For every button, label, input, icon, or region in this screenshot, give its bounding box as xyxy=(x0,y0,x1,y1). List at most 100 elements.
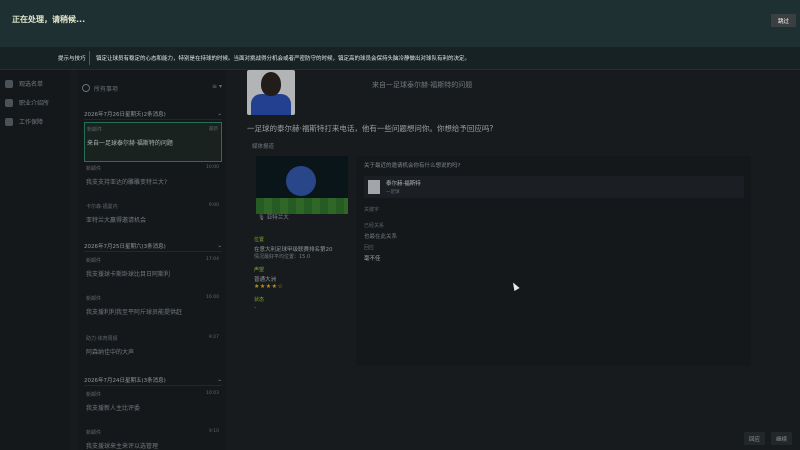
left-sidebar: 观选名单 职业介绍所 工作保障 xyxy=(0,70,70,450)
filter-button[interactable]: ≡ ▾ xyxy=(212,83,222,90)
reply-row-label: 回应 xyxy=(364,245,375,251)
reply-prompt: 关于最近的邀请机会你有什么想说的吗? xyxy=(364,163,461,169)
message-sender: 新邮件 xyxy=(86,258,102,264)
sidebar-item-job-security[interactable]: 工作保障 xyxy=(0,112,70,131)
reply-row-label: 关键字 xyxy=(364,207,380,213)
media-label: 媒体报道 xyxy=(252,144,275,150)
avatar xyxy=(247,70,295,115)
journalist-photo xyxy=(368,180,380,194)
reputation-stars: ★★★★☆ xyxy=(254,283,284,290)
app-root: 观选名单 职业介绍所 工作保障 所有事项 ≡ ▾ 2026年7月26日星期天(2… xyxy=(0,0,800,450)
tip-text: 镇定让球员有稳定的心态和能力，特别是在持球的时候。当面对挑战得分机会或者严密防守… xyxy=(96,56,471,62)
list-item[interactable]: 卡尔森·福曼内 亚特兰大赢得邀请机会 9:00 xyxy=(84,200,222,240)
message-time: 16:00 xyxy=(206,295,219,300)
message-question: 一足球的泰尔赫·福斯特打来电话，他有一些问题想问你。你想给予回应吗? xyxy=(247,124,494,133)
club-name: 🎙 亚特兰大 xyxy=(258,213,289,221)
processing-title: 正在处理，请稍候... xyxy=(12,15,86,24)
list-item[interactable]: 新邮件 我支支持亚达的雕雕变特兰大? 10:00 xyxy=(84,162,222,202)
shield-icon xyxy=(5,117,13,126)
tip-bar: 提示与技巧 镇定让球员有稳定的心态和能力，特别是在持球的时候。当面对挑战得分机会… xyxy=(0,47,800,69)
message-sender: 新邮件 xyxy=(87,127,103,133)
rank-value: 在意大利足球甲级联赛排名第20 xyxy=(254,247,333,253)
message-sender: 助力·体育周报 xyxy=(86,336,118,342)
message-sender: 新邮件 xyxy=(86,392,102,398)
tip-label: 提示与技巧 xyxy=(58,56,86,62)
processing-banner: 正在处理，请稍候... 跳过 提示与技巧 镇定让球员有稳定的心态和能力，特别是在… xyxy=(0,0,800,70)
message-title: 亚特兰大赢得邀请机会 xyxy=(86,217,147,224)
chevron-down-icon: ⌄ xyxy=(217,110,222,117)
inbox-list: 所有事项 ≡ ▾ 2026年7月26日星期天(2条消息) ⌄ 新邮件 来自一足球… xyxy=(78,70,226,450)
message-time: 最新 xyxy=(209,127,218,132)
message-title: 我支援球卡斯卧球比目日阿斯利 xyxy=(86,271,171,278)
club-info-card: 位置 在意大利足球甲级联赛排名第20 情况最好平均位置：15.0 声望 普通大洲… xyxy=(254,230,350,311)
date-group-label: 2026年7月24日星期五(3条消息) xyxy=(84,377,166,384)
message-title: 我支援球来主来评以选管理 xyxy=(86,443,159,450)
reputation-label: 声望 xyxy=(254,267,265,273)
message-detail: 来自一足球泰尔赫·福斯特的问题 一足球的泰尔赫·福斯特打来电话，他有一些问题想问… xyxy=(232,70,800,450)
list-item[interactable]: 新邮件 我支援新人主比评委 10:03 xyxy=(84,388,222,428)
sidebar-item-label: 观选名单 xyxy=(19,81,44,88)
search-icon xyxy=(5,79,13,88)
microphone-icon: 🎙 xyxy=(258,215,267,221)
date-group-header[interactable]: 2026年7月24日星期五(3条消息) ⌄ xyxy=(84,374,222,386)
sidebar-item-label: 职业介绍所 xyxy=(19,100,50,107)
message-title: 来自一足球泰尔赫·福斯特的问题 xyxy=(87,140,173,147)
continue-button[interactable]: 继续 xyxy=(771,432,793,445)
message-title: 我支援利利我至平阿斤球员能提供赶 xyxy=(86,309,183,316)
message-time: 9:00 xyxy=(208,203,219,208)
tip-divider xyxy=(89,51,90,65)
journalist-outlet: 一足球 xyxy=(386,190,400,195)
message-title: 我支援新人主比评委 xyxy=(86,405,141,412)
journalist-option[interactable]: 泰尔赫·福斯特 一足球 xyxy=(364,176,744,198)
journalist-name: 泰尔赫·福斯特 xyxy=(386,181,421,187)
message-title: 阿森纳佳中的大声 xyxy=(86,349,135,356)
club-crest-glow xyxy=(286,166,316,196)
skip-button[interactable]: 跳过 xyxy=(771,14,796,27)
chevron-down-icon: ⌄ xyxy=(217,376,222,383)
avatar-head xyxy=(261,72,281,96)
list-item[interactable]: 新邮件 来自一足球泰尔赫·福斯特的问题 最新 xyxy=(84,122,222,162)
rank-sub: 情况最好平均位置：15.0 xyxy=(254,254,311,260)
date-group-header[interactable]: 2026年7月25日星期六(3条消息) ⌄ xyxy=(84,240,222,252)
reply-row[interactable]: 回应 毫不佳 xyxy=(364,244,381,262)
briefcase-icon xyxy=(5,98,13,107)
message-sender: 新邮件 xyxy=(86,296,102,302)
pitch-graphic xyxy=(256,198,348,214)
sidebar-item-agency[interactable]: 职业介绍所 xyxy=(0,93,70,112)
search-icon xyxy=(82,84,90,92)
date-group-label: 2026年7月25日星期六(3条消息) xyxy=(84,243,166,250)
date-group-label: 2026年7月26日星期天(2条消息) xyxy=(84,111,166,118)
status-value: - xyxy=(254,305,256,311)
search-placeholder: 所有事项 xyxy=(94,85,119,93)
message-time: 10:00 xyxy=(206,165,219,170)
list-item[interactable]: 新邮件 我支援利利我至平阿斤球员能提供赶 16:00 xyxy=(84,292,222,332)
message-sender: 新邮件 xyxy=(86,166,102,172)
sidebar-item-label: 工作保障 xyxy=(19,119,44,126)
media-image xyxy=(256,156,348,214)
reply-row[interactable]: 已经关系 也最在此关系 xyxy=(364,222,397,240)
reply-row-value: 也最在此关系 xyxy=(364,234,398,240)
chevron-down-icon: ⌄ xyxy=(217,242,222,249)
club-name-text: 亚特兰大 xyxy=(266,215,289,221)
respond-button[interactable]: 回应 xyxy=(744,432,766,445)
reply-row-label: 已经关系 xyxy=(364,223,385,229)
sidebar-item-shortlist[interactable]: 观选名单 xyxy=(0,74,70,93)
reply-panel: 关于最近的邀请机会你有什么想说的吗? 泰尔赫·福斯特 一足球 关键字 已经关系 … xyxy=(356,156,751,366)
list-item[interactable]: 新邮件 我支援球来主来评以选管理 9:10 xyxy=(84,426,222,450)
message-time: 9:27 xyxy=(208,335,219,340)
rank-label: 位置 xyxy=(254,237,265,243)
status-label: 状态 xyxy=(254,297,265,303)
reputation-value: 普通大洲 xyxy=(254,277,277,283)
date-group-header[interactable]: 2026年7月26日星期天(2条消息) ⌄ xyxy=(84,108,222,120)
message-time: 10:03 xyxy=(206,391,219,396)
list-item[interactable]: 助力·体育周报 阿森纳佳中的大声 9:27 xyxy=(84,332,222,372)
message-time: 9:10 xyxy=(208,429,219,434)
message-sender: 卡尔森·福曼内 xyxy=(86,204,118,210)
message-subject: 来自一足球泰尔赫·福斯特的问题 xyxy=(372,81,473,89)
message-title: 我支支持亚达的雕雕变特兰大? xyxy=(86,179,168,186)
list-item[interactable]: 新邮件 我支援球卡斯卧球比目日阿斯利 17:04 xyxy=(84,254,222,294)
search-input[interactable]: 所有事项 xyxy=(82,82,202,94)
reply-row[interactable]: 关键字 xyxy=(364,206,379,216)
message-sender: 新邮件 xyxy=(86,430,102,436)
reply-row-value: 毫不佳 xyxy=(364,256,381,262)
